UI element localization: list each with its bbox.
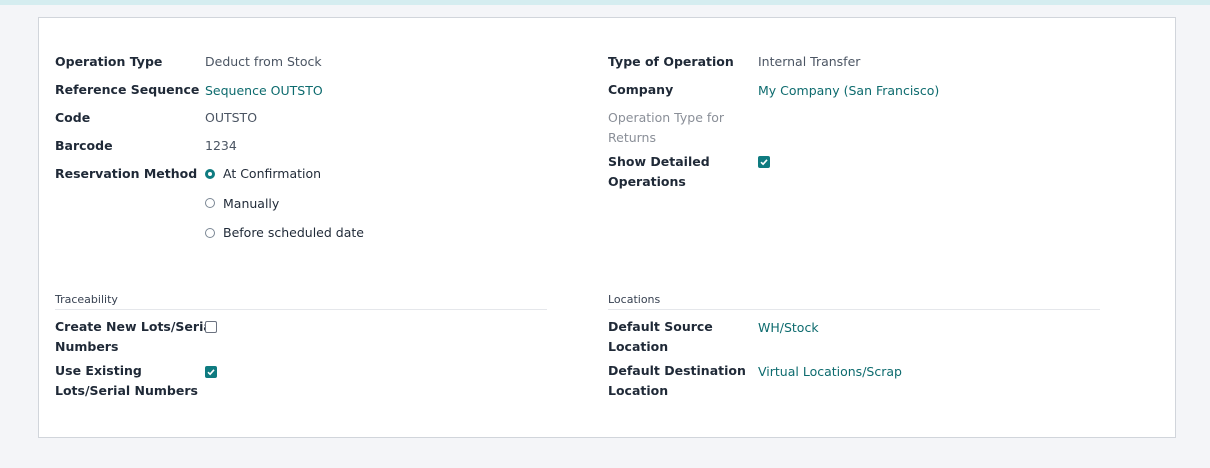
create-lots-checkbox[interactable] <box>205 321 217 333</box>
type-of-operation-field[interactable]: Internal Transfer <box>758 52 860 72</box>
code-field[interactable]: OUTSTO <box>205 108 257 128</box>
top-progress-bar <box>0 0 1210 5</box>
create-lots-label-line1: Create New Lots/Serial <box>55 319 217 334</box>
use-existing-label-line1: Use Existing <box>55 363 142 378</box>
radio-before-scheduled[interactable] <box>205 228 215 238</box>
default-destination-label-line2: Location <box>608 383 669 398</box>
reservation-method-label: Reservation Method <box>55 166 198 181</box>
type-of-operation-label: Type of Operation <box>608 54 734 69</box>
radio-before-scheduled-label[interactable]: Before scheduled date <box>223 223 364 243</box>
check-icon <box>207 369 215 376</box>
use-existing-label-line2: Lots/Serial Numbers <box>55 383 198 398</box>
check-icon <box>760 159 768 166</box>
company-label: Company <box>608 82 674 97</box>
traceability-section-title: Traceability <box>55 293 118 306</box>
operation-type-field[interactable]: Deduct from Stock <box>205 52 322 72</box>
operation-type-label: Operation Type <box>55 54 163 69</box>
reference-sequence-label: Reference Sequence <box>55 82 200 97</box>
show-detailed-label-line2: Operations <box>608 174 686 189</box>
default-source-label-line2: Location <box>608 339 669 354</box>
radio-at-confirmation[interactable] <box>205 169 215 179</box>
form-sheet: Operation Type Deduct from Stock Referen… <box>38 17 1176 438</box>
return-type-label-line1: Operation Type for <box>608 110 725 125</box>
default-source-link[interactable]: WH/Stock <box>758 318 819 338</box>
reference-sequence-link[interactable]: Sequence OUTSTO <box>205 81 323 101</box>
default-destination-link[interactable]: Virtual Locations/Scrap <box>758 362 902 382</box>
default-source-label-line1: Default Source <box>608 319 713 334</box>
locations-divider <box>608 309 1100 310</box>
radio-at-confirmation-label[interactable]: At Confirmation <box>223 164 321 184</box>
barcode-label: Barcode <box>55 138 113 153</box>
create-lots-label-line2: Numbers <box>55 339 119 354</box>
show-detailed-checkbox[interactable] <box>758 156 770 168</box>
return-type-label-line2: Returns <box>608 130 656 145</box>
show-detailed-label-line1: Show Detailed <box>608 154 710 169</box>
use-existing-checkbox[interactable] <box>205 366 217 378</box>
barcode-field[interactable]: 1234 <box>205 136 237 156</box>
radio-manually[interactable] <box>205 198 215 208</box>
code-label: Code <box>55 110 91 125</box>
traceability-divider <box>55 309 547 310</box>
locations-section-title: Locations <box>608 293 661 306</box>
company-link[interactable]: My Company (San Francisco) <box>758 81 939 101</box>
default-destination-label-line1: Default Destination <box>608 363 746 378</box>
radio-manually-label[interactable]: Manually <box>223 194 279 214</box>
